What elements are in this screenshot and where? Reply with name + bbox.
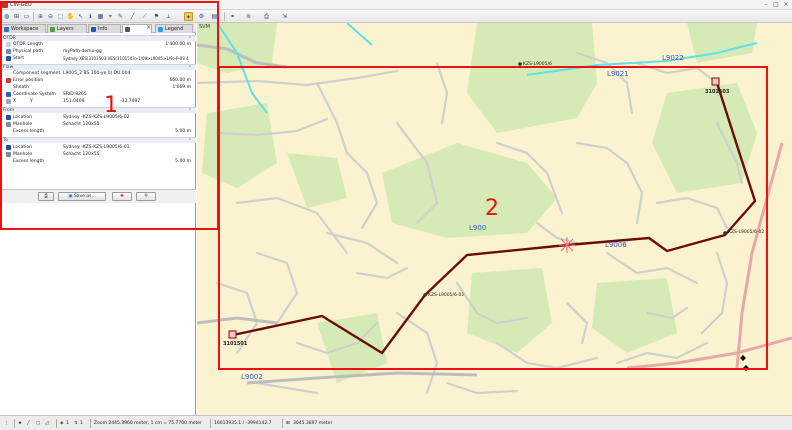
minimize-icon[interactable]: – xyxy=(762,1,770,9)
draw-line-icon[interactable]: ╱ xyxy=(27,420,30,427)
annotation-number-1: 1 xyxy=(104,93,118,118)
status-separator xyxy=(282,419,283,428)
area-icon[interactable]: ◿ xyxy=(45,420,48,427)
road-label-l9022: L9022 xyxy=(662,54,684,62)
toolbar-separator xyxy=(224,12,225,21)
status-separator xyxy=(210,419,211,428)
layer-count-icon: ◆ xyxy=(60,421,64,426)
print-icon[interactable]: ⎙ xyxy=(262,12,271,21)
status-separator xyxy=(14,419,15,428)
road-label-l9002: L9002 xyxy=(241,373,263,381)
maximize-icon[interactable]: □ xyxy=(772,1,780,9)
coordinates-readout: 16013935.1 / -3994142.7 xyxy=(214,421,272,426)
layer-count: 1 xyxy=(66,421,69,426)
export-icon[interactable]: ⇲ xyxy=(280,12,289,21)
binoculars-icon[interactable]: ⚭ xyxy=(228,12,237,21)
scale-icon: ⊞ xyxy=(286,421,290,426)
layers-icon[interactable]: ≋ xyxy=(244,12,253,21)
annotation-number-2: 2 xyxy=(485,196,499,221)
scale-readout: 3045.3897 meter xyxy=(293,421,333,426)
star-icon[interactable]: ★ xyxy=(18,420,22,427)
status-separator xyxy=(56,419,57,428)
zoom-readout: Zoom 2445.3960 meter, 1 cm = 75.7700 met… xyxy=(94,421,202,426)
polygon-icon[interactable]: ▢ xyxy=(36,420,40,427)
status-separator xyxy=(90,419,91,428)
selection-count: 1 xyxy=(80,421,83,426)
status-bar: ⋮ ★ ╱ ▢ ◿ ◆ 1 ↯ 1 Zoom 2445.3960 meter, … xyxy=(0,415,792,430)
selection-icon: ↯ xyxy=(74,421,78,426)
close-icon[interactable]: × xyxy=(782,1,790,9)
grip-icon: ⋮ xyxy=(4,421,9,426)
